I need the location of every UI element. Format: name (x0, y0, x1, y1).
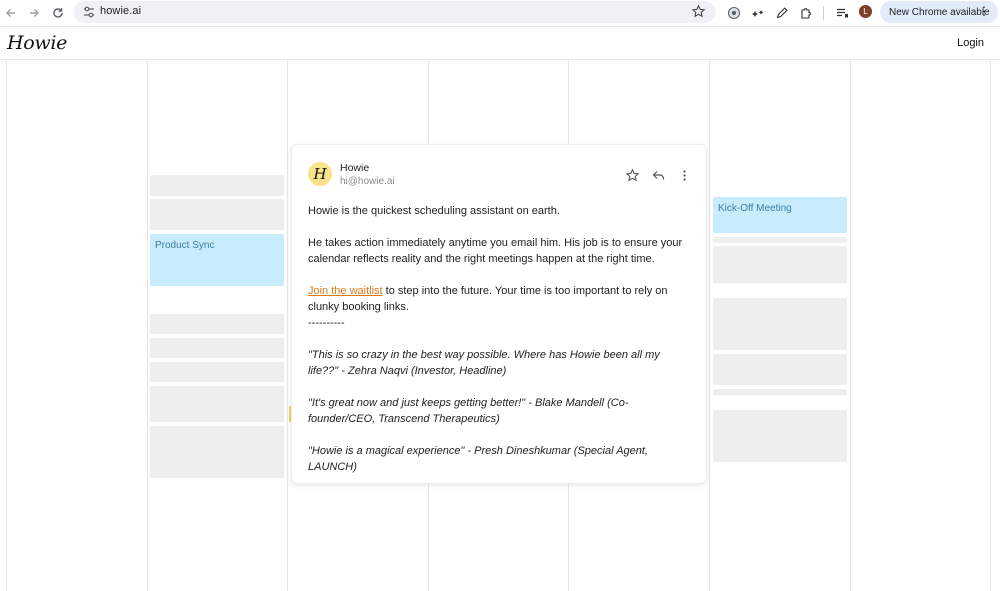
site-header: Howie Login (0, 28, 1000, 60)
reload-icon[interactable] (49, 4, 67, 22)
howie-logo[interactable]: Howie (7, 32, 67, 54)
sender-initial: H (313, 165, 327, 183)
calendar-slot (713, 298, 847, 350)
testimonial-quote: "This is so crazy in the best way possib… (308, 349, 660, 377)
calendar-slot (150, 426, 284, 478)
profile-avatar[interactable]: L (859, 5, 872, 18)
calendar-slot (150, 175, 284, 196)
site-settings-icon[interactable] (82, 5, 96, 19)
pen-icon[interactable] (773, 4, 791, 22)
email-body: Howie is the quickest scheduling assista… (308, 203, 692, 475)
email-card: H Howie hi@howie.ai Howie is the quickes… (291, 144, 707, 484)
email-intro: Howie is the quickest scheduling assista… (308, 205, 560, 217)
star-icon[interactable] (624, 167, 640, 183)
forward-icon[interactable] (25, 4, 43, 22)
calendar-slot (150, 199, 284, 230)
reply-icon[interactable] (650, 167, 666, 183)
extension-sparkle-icon[interactable] (749, 4, 767, 22)
calendar-slot (150, 338, 284, 358)
update-label: New Chrome available (889, 6, 990, 18)
more-options-icon[interactable] (676, 167, 692, 183)
calendar-column-line (709, 60, 710, 591)
calendar-event-product-sync[interactable]: Product Sync (150, 234, 284, 286)
back-icon[interactable] (2, 4, 20, 22)
login-link[interactable]: Login (957, 37, 984, 49)
email-actions (624, 167, 692, 183)
calendar-slot (713, 389, 847, 395)
calendar-column-line (850, 60, 851, 591)
reading-list-icon[interactable] (833, 4, 851, 22)
sender-name: Howie (340, 162, 370, 174)
join-waitlist-link[interactable]: Join the waitlist (308, 285, 383, 297)
calendar-column-line (147, 60, 148, 591)
testimonial-quote: "Howie is a magical experience" - Presh … (308, 445, 648, 473)
profile-initial: L (863, 7, 868, 16)
url-text[interactable]: howie.ai (100, 5, 141, 17)
calendar-slot (713, 237, 847, 243)
address-bar[interactable]: howie.ai (74, 1, 716, 23)
more-vert-icon[interactable]: ⋮ (978, 5, 990, 17)
bookmark-star-icon[interactable] (691, 4, 706, 19)
toolbar-divider (823, 6, 824, 20)
event-label: Product Sync (155, 240, 215, 251)
calendar-slot (150, 314, 284, 334)
calendar-slot (713, 354, 847, 385)
extensions-puzzle-icon[interactable] (797, 4, 815, 22)
browser-toolbar: howie.ai L New Chrome available ⋮ (0, 0, 1000, 27)
calendar-slot (150, 386, 284, 422)
sender-email: hi@howie.ai (340, 176, 395, 187)
calendar-event-kick-off-meeting[interactable]: Kick-Off Meeting (713, 197, 847, 233)
event-label: Kick-Off Meeting (718, 203, 792, 214)
email-paragraph: He takes action immediately anytime you … (308, 237, 683, 265)
calendar-slot (713, 246, 847, 283)
calendar-column-line (6, 60, 7, 591)
calendar-column-line (990, 60, 991, 591)
email-paragraph: Join the waitlist to step into the futur… (308, 283, 692, 315)
email-divider: ---------- (308, 317, 345, 329)
calendar-column-line (287, 60, 288, 591)
testimonial-quote: "It's great now and just keeps getting b… (308, 397, 629, 425)
extension-globe-icon[interactable] (725, 4, 743, 22)
calendar-slot (713, 410, 847, 462)
sender-avatar: H (308, 162, 332, 186)
calendar-slot (150, 362, 284, 382)
chrome-update-button[interactable]: New Chrome available ⋮ (880, 1, 998, 23)
